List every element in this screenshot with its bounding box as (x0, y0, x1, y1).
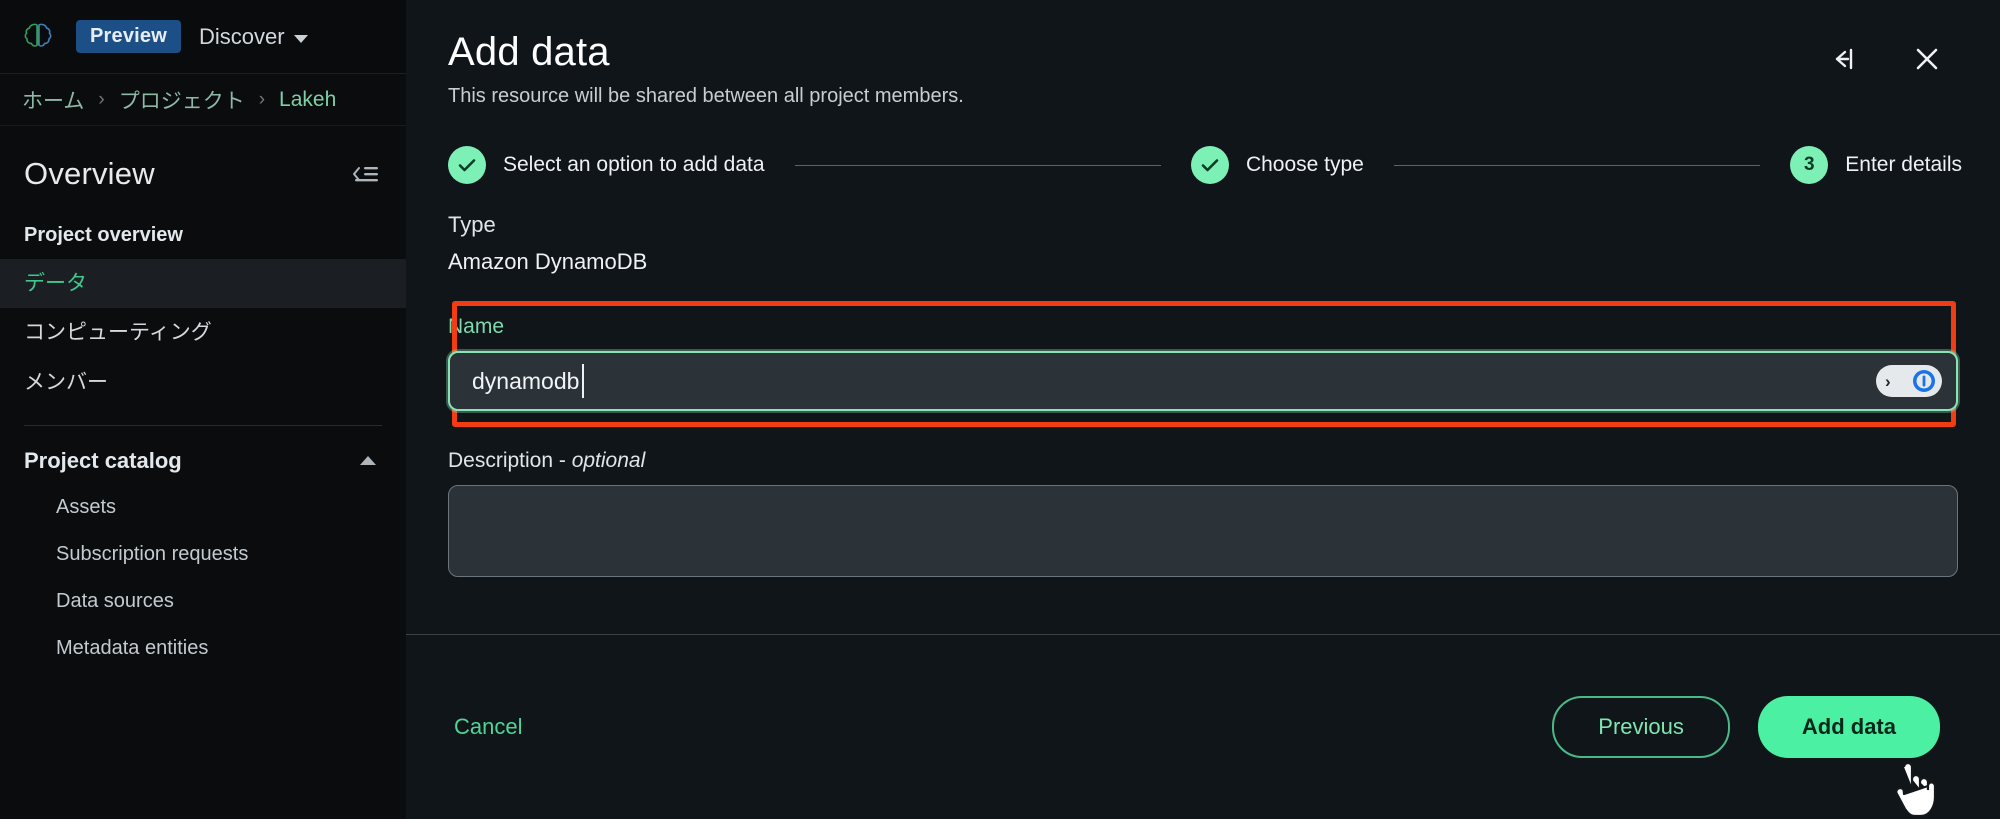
type-value: Amazon DynamoDB (448, 249, 648, 274)
page-title: Add data (448, 30, 610, 74)
breadcrumb-item-home[interactable]: ホーム (22, 85, 84, 115)
footer-primary-actions: Previous Add data (1552, 696, 1940, 758)
type-readonly-field: Type Amazon DynamoDB (448, 212, 1958, 275)
autofill-suggestion-button[interactable]: › (1876, 365, 1942, 397)
add-data-modal: Add data This resource will be shared be… (406, 0, 2000, 819)
name-input-wrapper: › (448, 351, 1958, 411)
check-icon (448, 146, 486, 184)
sidebar-item-label: Metadata entities (56, 636, 209, 659)
sidebar-item-subscription-requests[interactable]: Subscription requests (0, 531, 406, 578)
sidebar-item-assets[interactable]: Assets (0, 484, 406, 531)
password-key-icon (1911, 368, 1937, 394)
cancel-button[interactable]: Cancel (448, 704, 528, 750)
sidebar-item-metadata-entities[interactable]: Metadata entities (0, 625, 406, 672)
stepper-step-2[interactable]: Choose type (1190, 146, 1364, 184)
description-textarea[interactable] (448, 485, 1958, 577)
stepper-connector (794, 164, 1161, 166)
chevron-down-icon (293, 34, 308, 43)
breadcrumb-separator: › (258, 88, 266, 110)
modal-header-actions (1824, 42, 1944, 76)
modal-body: Type Amazon DynamoDB Name › (406, 184, 2000, 634)
stepper-connector (1393, 164, 1761, 166)
sidebar-item-label: Subscription requests (56, 542, 249, 565)
close-icon[interactable] (1910, 42, 1944, 76)
stepper-step-label: Select an option to add data (503, 153, 765, 176)
breadcrumb: ホーム › プロジェクト › Lakeh (0, 74, 406, 126)
collapse-sidebar-icon[interactable] (348, 160, 382, 188)
sidebar-section-project-overview: Project overview (24, 224, 183, 246)
sidebar-divider (24, 424, 382, 426)
hand-pointer-cursor (1890, 761, 1937, 819)
preview-badge: Preview (76, 20, 182, 53)
discover-label: Discover (199, 23, 285, 49)
name-field-label: Name (448, 315, 505, 338)
modal-subtitle: This resource will be shared between all… (448, 85, 964, 107)
description-field-label: Description - optional (448, 449, 1958, 473)
breadcrumb-separator: › (98, 88, 105, 110)
name-field-group: Name › (448, 301, 1958, 427)
description-label-main: Description - (448, 449, 572, 472)
sidebar-item-label: Data sources (56, 589, 174, 612)
wizard-stepper: Select an option to add data Choose type… (406, 108, 2000, 184)
stepper-step-1[interactable]: Select an option to add data (448, 146, 765, 184)
stepper-step-label: Enter details (1845, 153, 1963, 176)
sidebar-item-label: メンバー (24, 370, 108, 394)
app-shell: Preview Discover ホーム › プロジェクト › Lakeh Ov… (0, 0, 406, 819)
add-data-button[interactable]: Add data (1757, 696, 1940, 758)
sidebar-group-project-catalog[interactable]: Project catalog (0, 436, 406, 484)
previous-button[interactable]: Previous (1552, 696, 1730, 758)
step-number-badge: 3 (1790, 146, 1829, 184)
sidebar-title: Overview (24, 156, 155, 191)
app-root: Preview Discover ホーム › プロジェクト › Lakeh Ov… (0, 0, 2000, 819)
breadcrumb-item-projects[interactable]: プロジェクト (119, 85, 245, 115)
stepper-step-3[interactable]: 3 Enter details (1790, 146, 1962, 184)
sidebar-item-label: Assets (56, 495, 117, 518)
collapse-panel-icon[interactable] (1824, 42, 1858, 76)
step-number: 3 (1803, 154, 1815, 175)
top-bar: Preview Discover (0, 0, 406, 74)
sidebar-item-label: コンピューティング (24, 321, 212, 345)
description-field-group: Description - optional (448, 449, 1958, 582)
type-label: Type (448, 212, 496, 237)
modal-header: Add data This resource will be shared be… (406, 0, 2000, 108)
modal-footer: Cancel Previous Add data (406, 634, 2000, 819)
name-input[interactable] (448, 351, 1958, 411)
sidebar-item-data-sources[interactable]: Data sources (0, 578, 406, 625)
sidebar-header: Overview (0, 126, 406, 210)
sidebar-group-label: Project catalog (24, 447, 182, 473)
sidebar-item-data[interactable]: データ (0, 259, 406, 309)
brain-logo-icon[interactable] (18, 17, 58, 57)
chevron-right-icon: › (1885, 371, 1891, 391)
text-cursor (582, 364, 584, 398)
sidebar-item-label: データ (24, 272, 87, 295)
description-label-optional: optional (571, 449, 646, 472)
discover-menu[interactable]: Discover (199, 24, 308, 50)
check-icon (1190, 146, 1229, 184)
sidebar-item-computing[interactable]: コンピューティング (0, 308, 406, 357)
stepper-step-label: Choose type (1245, 153, 1364, 176)
breadcrumb-item-current[interactable]: Lakeh (279, 88, 336, 112)
sidebar-item-members[interactable]: メンバー (0, 358, 406, 407)
sidebar: Overview Project overview データ コンピューティング (0, 126, 406, 672)
chevron-up-icon (360, 456, 376, 466)
